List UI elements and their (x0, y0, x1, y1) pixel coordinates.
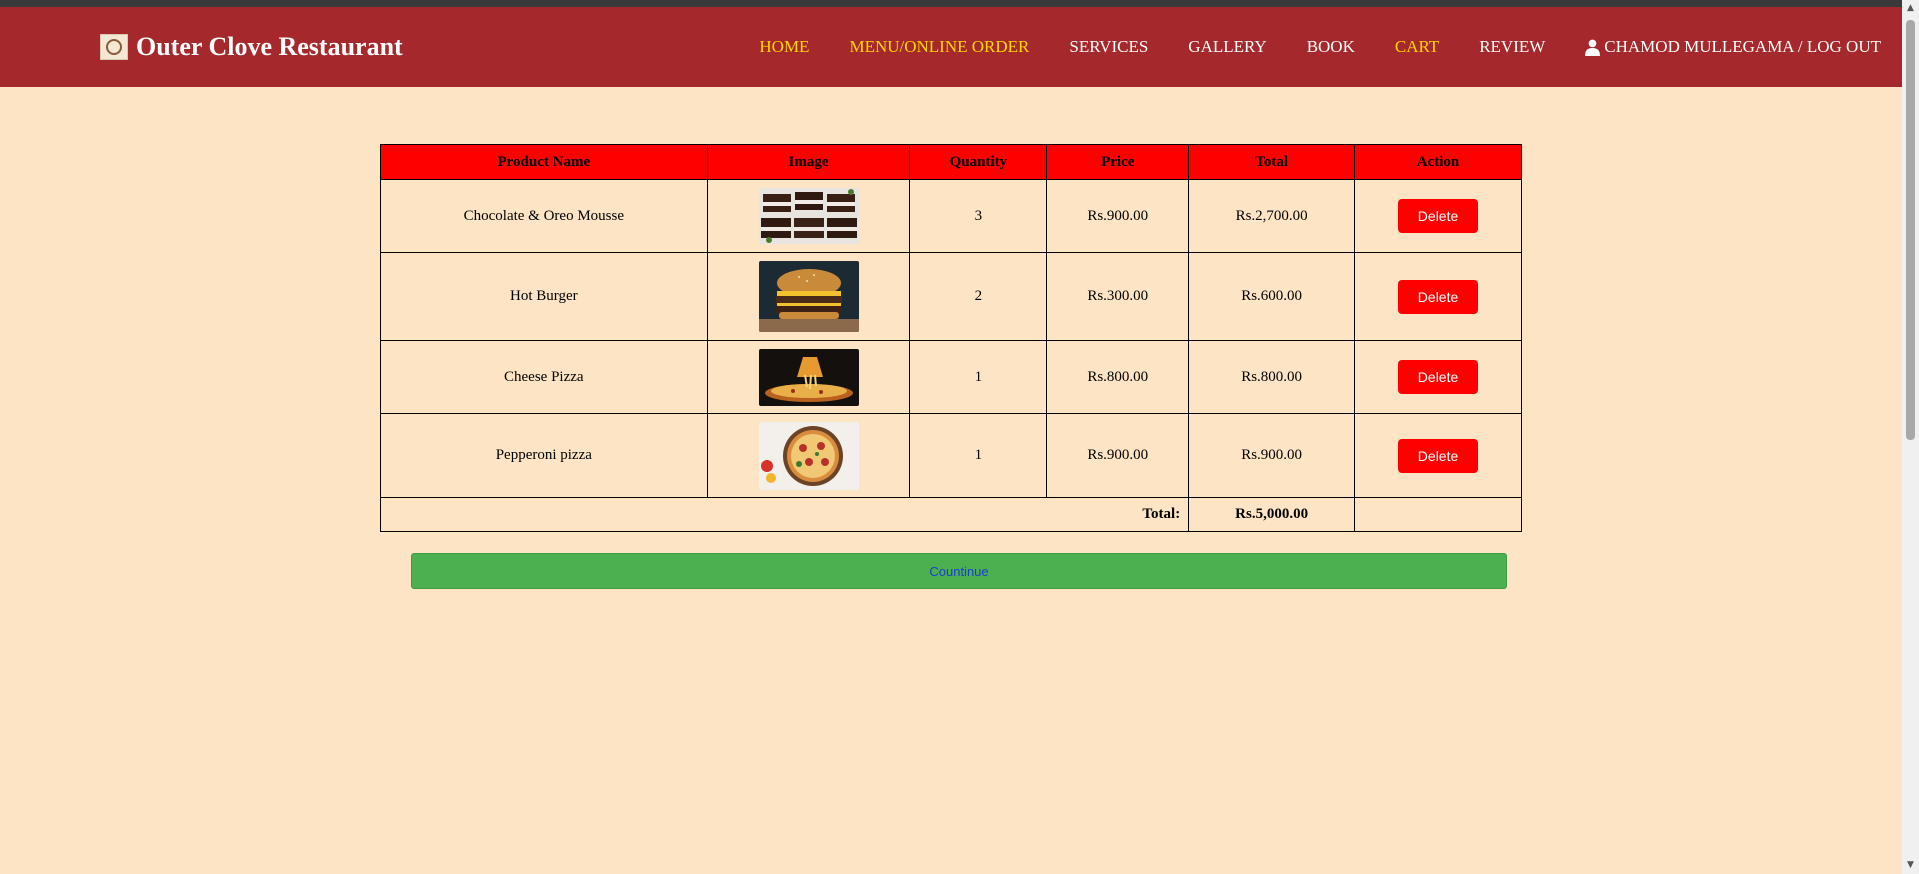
hot-burger-photo (758, 261, 859, 332)
delete-button[interactable]: Delete (1398, 279, 1479, 314)
product-total: Rs.900.00 (1188, 413, 1356, 498)
nav-user-logout[interactable]: CHAMOD MULLEGAMA / LOG OUT (1585, 37, 1881, 57)
chocolate-oreo-mousse-photo (758, 188, 859, 244)
user-icon (1585, 39, 1601, 56)
product-image-cell (706, 179, 911, 253)
nav-home[interactable]: HOME (759, 37, 809, 57)
grand-total-value: Rs.5,000.00 (1188, 497, 1356, 532)
product-quantity: 1 (909, 340, 1048, 414)
browser-top-strip (0, 0, 1902, 7)
user-logout-label: CHAMOD MULLEGAMA / LOG OUT (1604, 37, 1881, 56)
table-row: Pepperoni pizza 1 Rs.900.00 Rs.900.00 De… (380, 413, 1522, 498)
nav-cart[interactable]: CART (1395, 37, 1439, 57)
product-price: Rs.900.00 (1046, 413, 1190, 498)
nav-book[interactable]: BOOK (1307, 37, 1355, 57)
product-quantity: 1 (909, 413, 1048, 498)
action-cell: Delete (1354, 413, 1522, 498)
nav-review[interactable]: REVIEW (1479, 37, 1545, 57)
product-image-cell (706, 413, 911, 498)
product-name: Cheese Pizza (380, 340, 708, 414)
vertical-scrollbar[interactable]: ▲ ▼ (1902, 0, 1919, 874)
table-row: Cheese Pizza 1 Rs.800.00 Rs.800.00 Delet… (380, 340, 1522, 414)
header-quantity: Quantity (909, 144, 1048, 180)
delete-button[interactable]: Delete (1398, 360, 1479, 394)
product-quantity: 2 (909, 252, 1048, 341)
product-total: Rs.600.00 (1188, 252, 1356, 341)
nav-gallery[interactable]: GALLERY (1188, 37, 1266, 57)
scroll-up-arrow-icon[interactable]: ▲ (1902, 0, 1919, 17)
nav-menu-online-order[interactable]: MENU/ONLINE ORDER (849, 37, 1029, 57)
brand-name: Outer Clove Restaurant (136, 32, 403, 61)
cart-table: Product Name Image Quantity Price Total … (379, 144, 1522, 532)
product-price: Rs.800.00 (1046, 340, 1190, 414)
brand[interactable]: Outer Clove Restaurant (100, 29, 403, 65)
header-image: Image (706, 144, 911, 180)
product-quantity: 3 (909, 179, 1048, 253)
header-action: Action (1354, 144, 1522, 180)
scrollbar-thumb[interactable] (1906, 20, 1915, 440)
cheese-pizza-photo (758, 348, 859, 406)
product-price: Rs.300.00 (1046, 252, 1190, 341)
action-cell: Delete (1354, 252, 1522, 341)
nav-services[interactable]: SERVICES (1069, 37, 1148, 57)
pepperoni-pizza-photo (758, 421, 859, 490)
total-empty-cell (1354, 497, 1522, 532)
action-cell: Delete (1354, 179, 1522, 253)
product-image-cell (706, 252, 911, 341)
product-name: Chocolate & Oreo Mousse (380, 179, 708, 253)
total-label: Total: (379, 497, 1190, 532)
product-image-cell (706, 340, 911, 414)
main-nav: HOME MENU/ONLINE ORDER SERVICES GALLERY … (719, 7, 1881, 87)
delete-button[interactable]: Delete (1398, 438, 1479, 473)
product-total: Rs.2,700.00 (1188, 179, 1356, 253)
total-row: Total: Rs.5,000.00 (379, 497, 1522, 532)
delete-button[interactable]: Delete (1398, 199, 1479, 233)
header-total: Total (1188, 144, 1356, 180)
scroll-down-arrow-icon[interactable]: ▼ (1902, 857, 1919, 874)
product-price: Rs.900.00 (1046, 179, 1190, 253)
restaurant-logo (100, 34, 128, 60)
action-cell: Delete (1354, 340, 1522, 414)
continue-button[interactable]: Countinue (411, 553, 1507, 589)
header-price: Price (1046, 144, 1190, 180)
product-name: Hot Burger (380, 252, 708, 341)
product-total: Rs.800.00 (1188, 340, 1356, 414)
product-name: Pepperoni pizza (380, 413, 708, 498)
table-row: Chocolate & Oreo Mousse 3 Rs.900.00 Rs.2… (380, 179, 1522, 253)
table-row: Hot Burger 2 Rs.300.00 Rs.600.00 Delete (380, 252, 1522, 341)
table-header-row: Product Name Image Quantity Price Total … (380, 144, 1522, 180)
header-product-name: Product Name (380, 144, 708, 180)
